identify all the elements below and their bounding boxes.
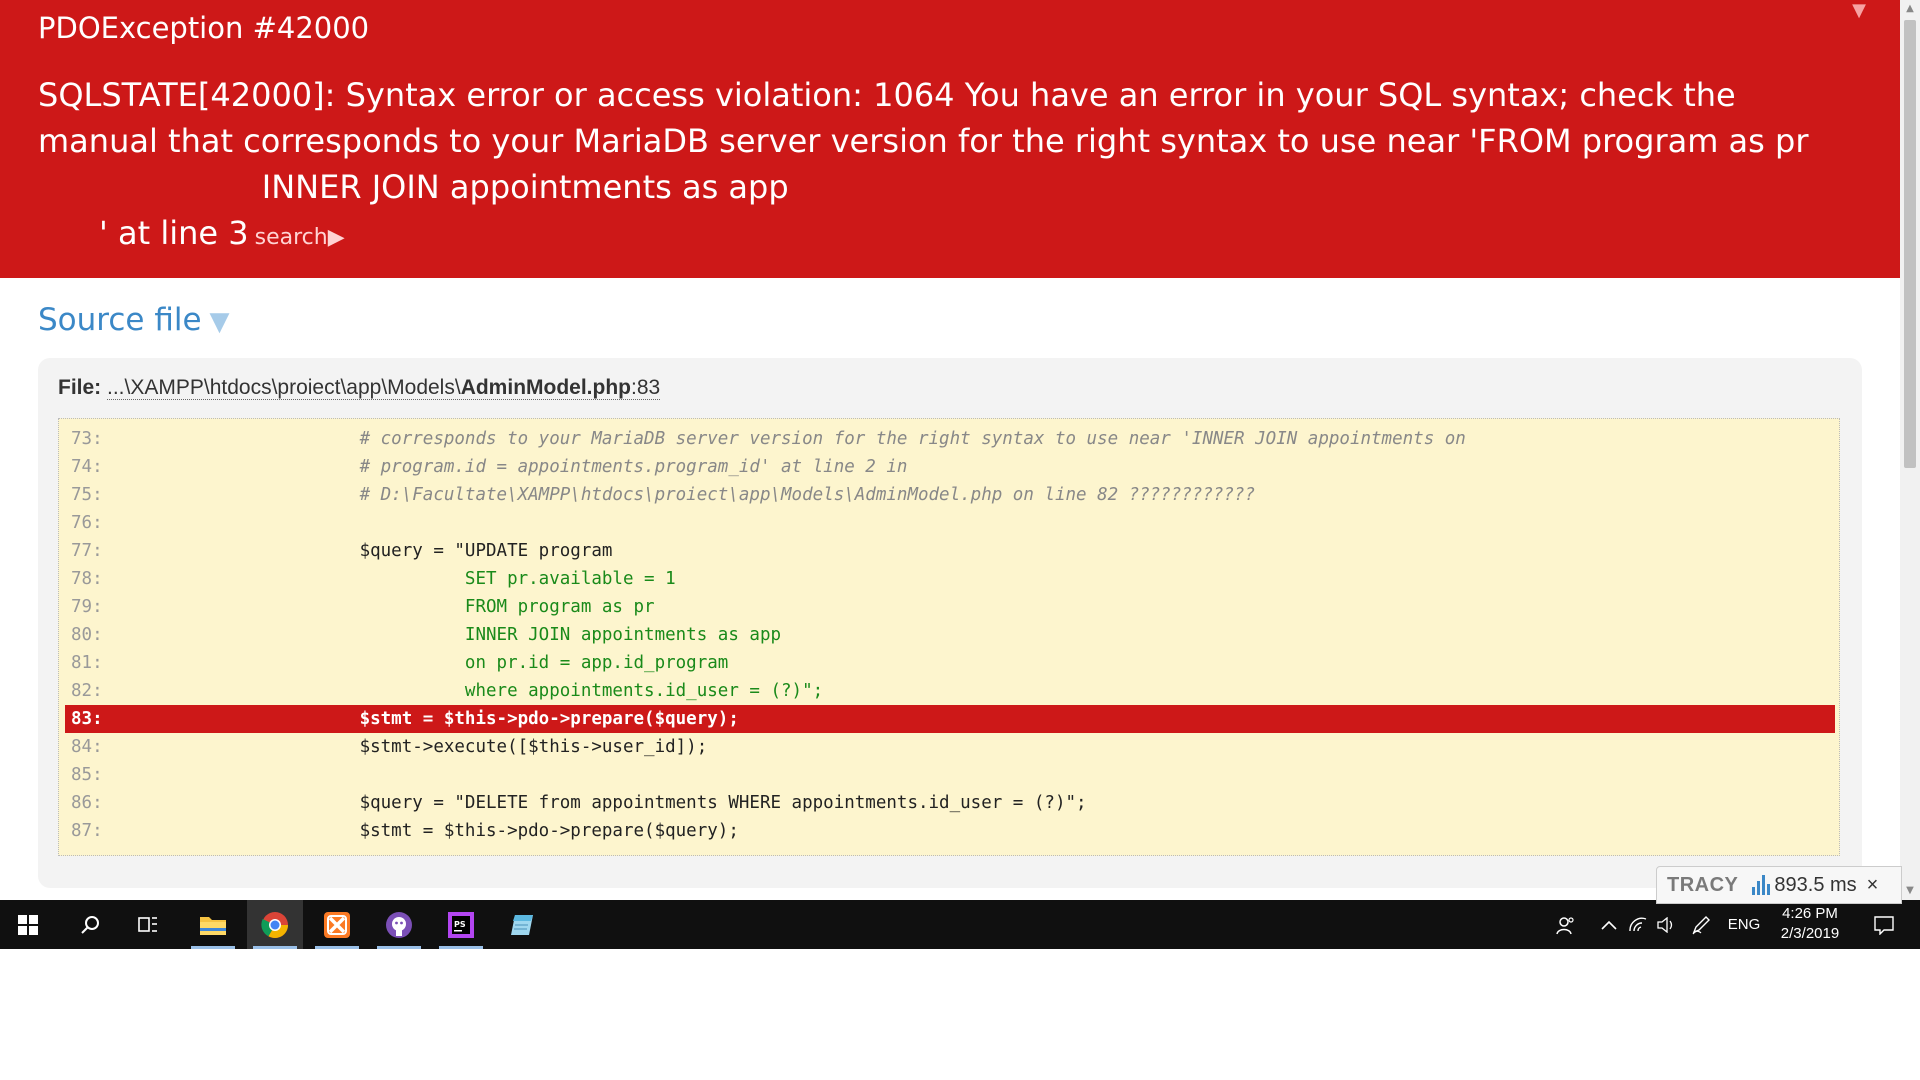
pen-icon[interactable] [1686,900,1716,949]
close-icon[interactable]: × [1867,874,1879,897]
language-label: ENG [1727,916,1761,933]
line-text: $stmt = $this->pdo->prepare($query); [191,709,739,729]
line-text: SET pr.available = 1 [191,569,676,589]
triangle-down-icon: ▼ [209,307,230,337]
windows-start-icon[interactable] [0,900,56,949]
line-number: 82: [71,681,103,701]
source-file-section-toggle[interactable]: Source file ▼ [38,300,230,342]
volume-icon[interactable] [1652,900,1680,949]
line-text: # corresponds to your MariaDB server ver… [191,429,1466,449]
line-number: 85: [71,765,103,785]
phpstorm-icon[interactable]: PS [433,900,489,949]
file-path-link[interactable]: ...\XAMPP\htdocs\proiect\app\Models\Admi… [107,376,661,400]
code-line: 75: # D:\Facultate\XAMPP\htdocs\proiect\… [65,481,1835,509]
task-view-icon[interactable] [120,900,176,949]
collapse-arrow-icon[interactable]: ▼ [1852,0,1866,21]
code-line: 85: [65,761,1835,789]
line-text: INNER JOIN appointments as app [191,625,782,645]
clock-time: 4:26 PM [1782,905,1838,922]
line-number: 78: [71,569,103,589]
code-block: 73: # corresponds to your MariaDB server… [58,418,1840,856]
line-text: # D:\Facultate\XAMPP\htdocs\proiect\app\… [191,485,1256,505]
message-line: manual that corresponds to your MariaDB … [38,122,1809,160]
scrollbar-thumb[interactable] [1904,20,1916,468]
clock-date: 2/3/2019 [1780,925,1840,942]
browser-viewport: PDOException #42000 SQLSTATE[42000]: Syn… [0,0,1920,900]
code-line: 82: where appointments.id_user = (?)"; [65,677,1835,705]
language-indicator[interactable]: ENG [1722,900,1766,949]
bar-chart-icon [1752,875,1771,895]
code-line: 80: INNER JOIN appointments as app [65,621,1835,649]
search-icon[interactable] [62,900,118,949]
line-text: FROM program as pr [191,597,655,617]
error-header: PDOException #42000 SQLSTATE[42000]: Syn… [0,0,1900,278]
line-number: 77: [71,541,103,561]
notification-icon[interactable] [1862,900,1906,949]
line-text: where appointments.id_user = (?)"; [191,681,824,701]
line-text: $stmt = $this->pdo->prepare($query); [191,821,739,841]
source-file-panel: File: ...\XAMPP\htdocs\proiect\app\Model… [38,358,1862,888]
line-text: $stmt->execute([$this->user_id]); [191,737,708,757]
line-number: 76: [71,513,103,533]
code-line: 73: # corresponds to your MariaDB server… [65,425,1835,453]
vertical-scrollbar[interactable]: ▲ ▼ [1900,0,1920,900]
clock[interactable]: 4:26 PM 2/3/2019 [1770,904,1850,944]
chrome-icon[interactable] [247,900,303,949]
line-text: # program.id = appointments.program_id' … [191,457,908,477]
line-text: $query = "DELETE from appointments WHERE… [191,793,1087,813]
code-line: 84: $stmt->execute([$this->user_id]); [65,733,1835,761]
windows-taskbar: PS ENG 4:26 PM 2/3/2019 [0,900,1920,949]
scroll-up-arrow-icon[interactable]: ▲ [1900,0,1920,18]
file-path-line: File: ...\XAMPP\htdocs\proiect\app\Model… [58,376,661,400]
github-desktop-icon[interactable] [371,900,427,949]
file-line-number: :83 [631,376,661,399]
line-number: 81: [71,653,103,673]
exception-message: SQLSTATE[42000]: Syntax error or access … [38,72,1878,256]
line-number: 75: [71,485,103,505]
scroll-down-arrow-icon[interactable]: ▼ [1900,882,1920,900]
line-text: on pr.id = app.id_program [191,653,729,673]
code-line: 76: [65,509,1835,537]
code-line: 74: # program.id = appointments.program_… [65,453,1835,481]
code-line: 86: $query = "DELETE from appointments W… [65,789,1835,817]
file-path: ...\XAMPP\htdocs\proiect\app\Models\ [107,376,461,399]
message-line: SQLSTATE[42000]: Syntax error or access … [38,76,1736,114]
line-number: 83: [71,709,103,729]
empty-area [0,949,1920,1080]
svg-text:PS: PS [454,920,466,929]
message-line-last: ' at line 3 search▶ [38,210,1878,256]
code-line-highlighted: 83: $stmt = $this->pdo->prepare($query); [65,705,1835,733]
exception-title: PDOException #42000 [38,11,370,45]
code-line: 81: on pr.id = app.id_program [65,649,1835,677]
line-number: 74: [71,457,103,477]
code-line: 77: $query = "UPDATE program [65,537,1835,565]
search-link[interactable]: search▶ [255,225,345,250]
line-number: 79: [71,597,103,617]
xampp-icon[interactable] [309,900,365,949]
tracy-logo[interactable]: TRACY [1667,874,1738,897]
section-title: Source file [38,302,202,338]
file-label: File: [58,376,102,399]
message-line-text: ' at line 3 [38,214,249,252]
code-line: 87: $stmt = $this->pdo->prepare($query); [65,817,1835,845]
line-number: 87: [71,821,103,841]
code-line: 78: SET pr.available = 1 [65,565,1835,593]
line-number: 84: [71,737,103,757]
line-number: 80: [71,625,103,645]
chevron-up-icon[interactable] [1594,900,1624,949]
people-icon[interactable] [1548,900,1584,949]
notepad-icon[interactable] [495,900,551,949]
file-name: AdminModel.php [460,376,631,399]
code-line: 79: FROM program as pr [65,593,1835,621]
line-number: 73: [71,429,103,449]
tracy-debug-bar[interactable]: TRACY 893.5 ms × [1656,866,1902,904]
file-explorer-icon[interactable] [185,900,241,949]
line-text: $query = "UPDATE program [191,541,613,561]
wifi-icon[interactable] [1624,900,1652,949]
tracy-time[interactable]: 893.5 ms [1774,874,1856,897]
message-line: INNER JOIN appointments as app [38,168,789,206]
line-number: 86: [71,793,103,813]
